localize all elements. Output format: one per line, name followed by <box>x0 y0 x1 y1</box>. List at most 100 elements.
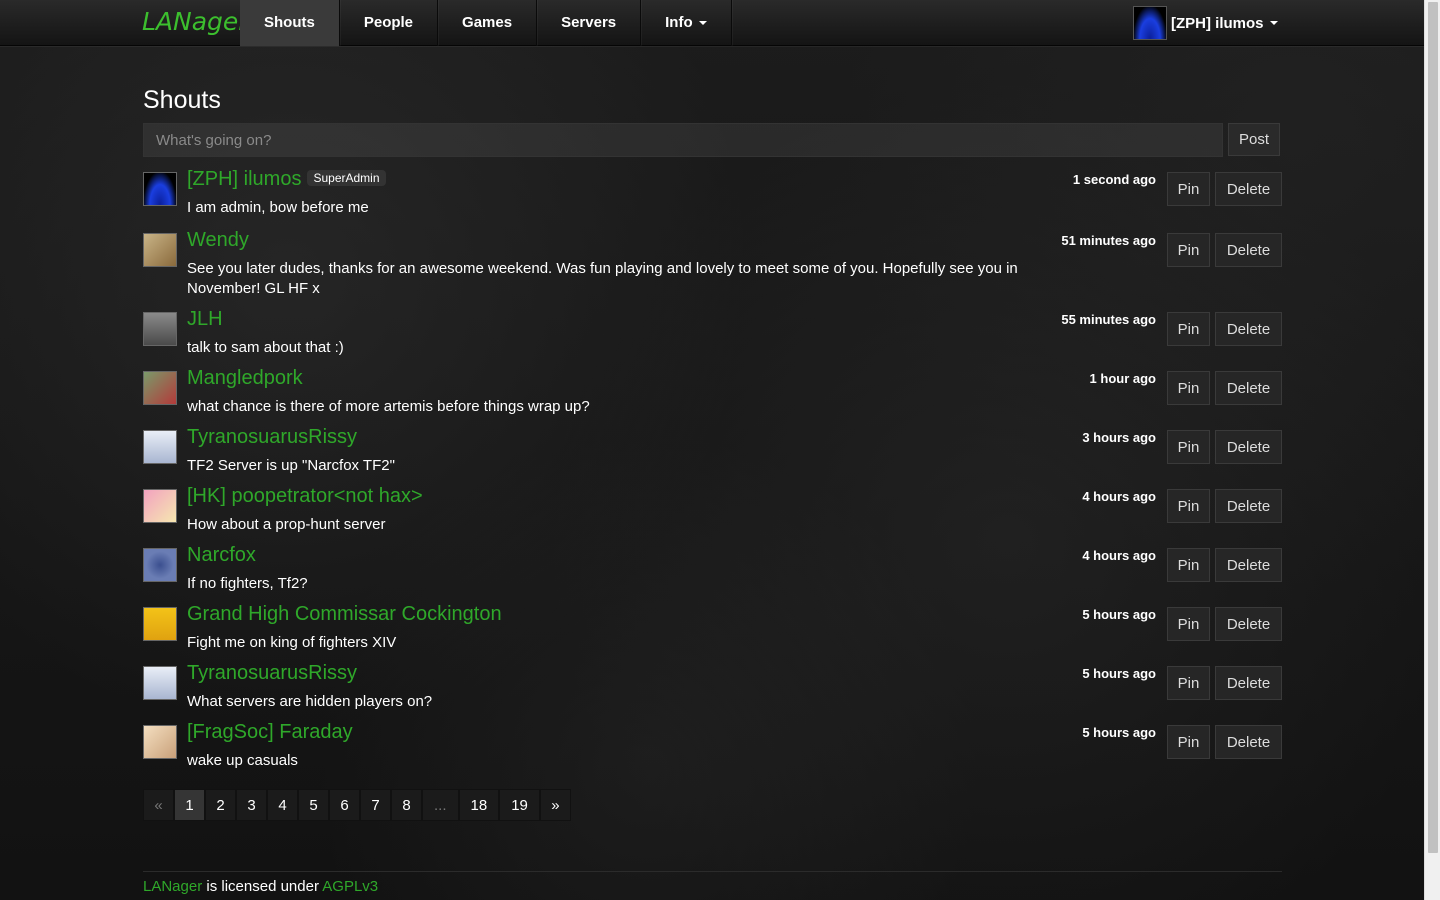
shout-username[interactable]: JLH <box>187 308 223 331</box>
delete-button[interactable]: Delete <box>1215 172 1282 206</box>
username-text[interactable]: TyranosuarusRissy <box>187 662 357 684</box>
footer-license-link[interactable]: AGPLv3 <box>322 878 378 895</box>
shout-timestamp: 5 hours ago <box>1082 607 1156 622</box>
main-nav: Shouts People Games Servers Info <box>240 0 732 46</box>
username-text[interactable]: Mangledpork <box>187 367 303 389</box>
shout-message: TF2 Server is up "Narcfox TF2" <box>187 457 395 474</box>
user-avatar[interactable] <box>143 666 177 700</box>
nav-label: Shouts <box>264 14 315 31</box>
shout-username[interactable]: Mangledpork <box>187 367 303 390</box>
username-text[interactable]: Wendy <box>187 229 249 251</box>
role-badge: SuperAdmin <box>307 170 386 186</box>
user-avatar[interactable] <box>143 172 177 206</box>
nav-item-shouts[interactable]: Shouts <box>240 0 340 46</box>
user-avatar[interactable] <box>143 233 177 267</box>
username-text[interactable]: JLH <box>187 308 223 330</box>
shout-item: Grand High Commissar Cockington Fight me … <box>143 603 1282 663</box>
pin-button[interactable]: Pin <box>1167 489 1210 523</box>
shout-message: See you later dudes, thanks for an aweso… <box>187 260 1018 297</box>
pin-button[interactable]: Pin <box>1167 666 1210 700</box>
footer: LANager is licensed under AGPLv3 <box>143 878 378 895</box>
user-avatar[interactable] <box>143 489 177 523</box>
pagination-page[interactable]: 18 <box>458 789 500 821</box>
username-text[interactable]: TyranosuarusRissy <box>187 426 357 448</box>
shout-message: I am admin, bow before me <box>187 199 369 216</box>
nav-item-servers[interactable]: Servers <box>537 0 642 46</box>
pagination-page[interactable]: 6 <box>329 789 360 821</box>
pagination-page[interactable]: 7 <box>360 789 391 821</box>
user-avatar[interactable] <box>143 312 177 346</box>
delete-button[interactable]: Delete <box>1215 607 1282 641</box>
user-avatar[interactable] <box>143 725 177 759</box>
username-text[interactable]: [FragSoc] Faraday <box>187 721 353 743</box>
pin-button[interactable]: Pin <box>1167 371 1210 405</box>
shout-timestamp: 1 second ago <box>1072 172 1156 187</box>
pagination-page[interactable]: 5 <box>298 789 329 821</box>
user-avatar[interactable] <box>143 548 177 582</box>
shout-input[interactable] <box>143 123 1223 157</box>
pin-button[interactable]: Pin <box>1167 233 1210 267</box>
nav-item-info[interactable]: Info <box>641 0 732 46</box>
scrollbar-thumb[interactable] <box>1428 2 1438 853</box>
delete-button[interactable]: Delete <box>1215 312 1282 346</box>
shout-message: How about a prop-hunt server <box>187 516 386 533</box>
username-text[interactable]: [HK] poopetrator<not hax> <box>187 485 423 507</box>
pagination-page[interactable]: 19 <box>499 789 540 821</box>
user-menu[interactable]: [ZPH] ilumos <box>1133 6 1278 40</box>
shout-message: what chance is there of more artemis bef… <box>187 398 590 415</box>
user-avatar <box>1133 6 1167 40</box>
shout-message: talk to sam about that :) <box>187 339 344 356</box>
delete-button[interactable]: Delete <box>1215 666 1282 700</box>
pin-button[interactable]: Pin <box>1167 172 1210 206</box>
delete-button[interactable]: Delete <box>1215 233 1282 267</box>
username-text[interactable]: Grand High Commissar Cockington <box>187 603 502 625</box>
shout-username[interactable]: TyranosuarusRissy <box>187 426 357 449</box>
pin-button[interactable]: Pin <box>1167 607 1210 641</box>
pagination-page[interactable]: 4 <box>267 789 298 821</box>
pin-button[interactable]: Pin <box>1167 430 1210 464</box>
pagination-page[interactable]: 2 <box>205 789 236 821</box>
user-avatar[interactable] <box>143 607 177 641</box>
shout-message: What servers are hidden players on? <box>187 693 433 710</box>
pin-button[interactable]: Pin <box>1167 548 1210 582</box>
delete-button[interactable]: Delete <box>1215 430 1282 464</box>
pagination-next[interactable]: » <box>539 789 571 821</box>
shout-item: TyranosuarusRissy TF2 Server is up "Narcf… <box>143 426 1282 486</box>
pagination-page[interactable]: 3 <box>236 789 267 821</box>
shout-timestamp: 1 hour ago <box>1089 371 1156 386</box>
shout-message: Fight me on king of fighters XIV <box>187 634 397 651</box>
username-text[interactable]: [ZPH] ilumos <box>187 168 301 190</box>
nav-item-people[interactable]: People <box>340 0 439 46</box>
username-text[interactable]: Narcfox <box>187 544 256 566</box>
pagination-page[interactable]: 8 <box>391 789 422 821</box>
caret-down-icon <box>1269 21 1278 25</box>
shout-username[interactable]: [HK] poopetrator<not hax> <box>187 485 423 508</box>
shout-timestamp: 55 minutes ago <box>1061 312 1156 327</box>
pagination-page[interactable]: 1 <box>174 789 205 821</box>
delete-button[interactable]: Delete <box>1215 371 1282 405</box>
nav-item-games[interactable]: Games <box>438 0 538 46</box>
shout-item: Wendy See you later dudes, thanks for an … <box>143 229 1282 297</box>
delete-button[interactable]: Delete <box>1215 725 1282 759</box>
user-avatar[interactable] <box>143 430 177 464</box>
pin-button[interactable]: Pin <box>1167 725 1210 759</box>
caret-down-icon <box>698 21 707 26</box>
scrollbar[interactable] <box>1424 0 1440 900</box>
shout-username[interactable]: [ZPH] ilumos SuperAdmin <box>187 168 386 191</box>
shout-item: Mangledpork what chance is there of more … <box>143 367 1282 427</box>
footer-app-link[interactable]: LANager <box>143 878 202 895</box>
shout-item: [HK] poopetrator<not hax> How about a pro… <box>143 485 1282 545</box>
delete-button[interactable]: Delete <box>1215 489 1282 523</box>
page-title: Shouts <box>143 86 221 114</box>
brand-logo[interactable]: LANager <box>142 5 249 41</box>
pin-button[interactable]: Pin <box>1167 312 1210 346</box>
shout-username[interactable]: Narcfox <box>187 544 256 567</box>
pagination-prev[interactable]: « <box>143 789 174 821</box>
shout-username[interactable]: Wendy <box>187 229 249 252</box>
shout-username[interactable]: TyranosuarusRissy <box>187 662 357 685</box>
post-button[interactable]: Post <box>1228 123 1280 156</box>
shout-username[interactable]: [FragSoc] Faraday <box>187 721 353 744</box>
shout-username[interactable]: Grand High Commissar Cockington <box>187 603 502 626</box>
delete-button[interactable]: Delete <box>1215 548 1282 582</box>
user-avatar[interactable] <box>143 371 177 405</box>
